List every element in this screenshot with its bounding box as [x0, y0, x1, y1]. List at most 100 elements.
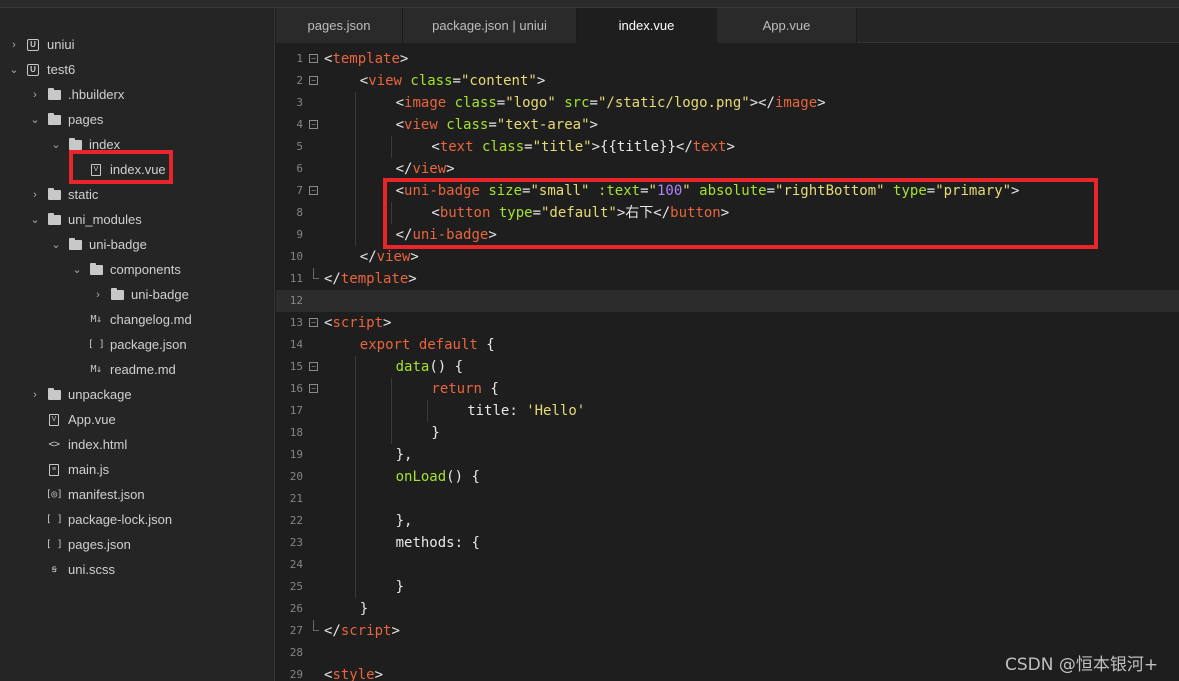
code-token: data: [395, 359, 430, 375]
tree-item[interactable]: ⌄ uni-badge: [0, 232, 274, 257]
tree-item[interactable]: ≡ main.js: [0, 457, 274, 482]
fold-toggle-icon[interactable]: −: [309, 76, 318, 85]
code-text: title: 'Hello': [467, 400, 585, 422]
indent-guide: [391, 422, 393, 444]
code-text: <button type="default">右下</button>: [431, 202, 729, 224]
fold-toggle-icon[interactable]: −: [309, 318, 318, 327]
tree-item-label: changelog.md: [110, 312, 192, 327]
folder-icon: [47, 212, 61, 226]
tab-1[interactable]: package.json | uniui: [403, 8, 577, 43]
line-number: 20: [289, 470, 303, 483]
tree-item[interactable]: › .hbuilderx: [0, 82, 274, 107]
indent-guide: [355, 202, 357, 224]
chevron-down-icon[interactable]: ⌄: [29, 113, 41, 126]
indent-guide: [391, 202, 393, 224]
tree-item[interactable]: › static: [0, 182, 274, 207]
tab-3[interactable]: App.vue: [717, 8, 857, 43]
tree-item[interactable]: ⌄ uni_modules: [0, 207, 274, 232]
tree-item[interactable]: › unpackage: [0, 382, 274, 407]
chevron-down-icon[interactable]: ⌄: [50, 138, 62, 151]
tab-0[interactable]: pages.json: [276, 8, 403, 43]
code-token: >: [591, 139, 601, 155]
tree-item[interactable]: › Uuniui: [0, 32, 274, 57]
code-token: }: [359, 601, 369, 617]
tree-item[interactable]: Vindex.vue: [0, 157, 274, 182]
chevron-down-icon[interactable]: ⌄: [71, 263, 83, 276]
code-token: </: [395, 161, 413, 177]
code-text: </template>: [324, 268, 417, 290]
tree-item[interactable]: M↓ readme.md: [0, 357, 274, 382]
code-text: </uni-badge>: [396, 224, 497, 246]
code-token: ></: [749, 95, 775, 111]
code-text: export default {: [360, 334, 495, 356]
indent-guide: [355, 136, 357, 158]
tree-item[interactable]: [ ] pages.json: [0, 532, 274, 557]
tree-item-label: uni-badge: [131, 287, 189, 302]
code-token: <: [359, 73, 369, 89]
tree-item-label: uni-badge: [89, 237, 147, 252]
chevron-right-icon[interactable]: ›: [29, 389, 41, 401]
fold-toggle-icon[interactable]: −: [309, 362, 318, 371]
line-number: 10: [289, 250, 303, 263]
chevron-down-icon[interactable]: ⌄: [50, 238, 62, 251]
line-number: 11: [289, 272, 303, 285]
code-token: "logo": [505, 95, 556, 111]
tree-item[interactable]: [ ] package-lock.json: [0, 507, 274, 532]
code-token: 右下: [625, 205, 654, 221]
chevron-right-icon[interactable]: ›: [29, 89, 41, 101]
tree-item[interactable]: [◎] manifest.json: [0, 482, 274, 507]
chevron-down-icon[interactable]: ⌄: [29, 213, 41, 226]
tree-item[interactable]: ⌄ pages: [0, 107, 274, 132]
line-number: 4: [296, 118, 303, 131]
code-token: >: [589, 117, 598, 133]
fold-toggle-icon[interactable]: −: [309, 54, 318, 63]
chevron-right-icon[interactable]: ›: [29, 189, 41, 201]
tree-item[interactable]: <> index.html: [0, 432, 274, 457]
watermark: CSDN @恒本银河+: [1005, 655, 1159, 675]
tree-item[interactable]: [ ] package.json: [0, 332, 274, 357]
code-token: "text-area": [496, 117, 590, 133]
js-file-icon: ≡: [47, 463, 61, 476]
line-number: 26: [289, 602, 303, 615]
chevron-right-icon[interactable]: ›: [8, 39, 20, 51]
code-token: </: [324, 271, 341, 287]
code-line: 6 </view>: [276, 158, 1179, 180]
tree-item[interactable]: ⌄ Utest6: [0, 57, 274, 82]
code-token: <: [431, 205, 440, 221]
code-token: src: [564, 95, 590, 111]
chevron-right-icon[interactable]: ›: [92, 289, 104, 301]
indent-guide: [391, 400, 393, 422]
fold-toggle-icon[interactable]: −: [309, 384, 318, 393]
chevron-down-icon[interactable]: ⌄: [8, 63, 20, 76]
tree-item-label: main.js: [68, 462, 110, 477]
code-text: }: [431, 422, 439, 444]
tab-2[interactable]: index.vue: [577, 8, 717, 43]
tree-item[interactable]: ⌄ index: [0, 132, 274, 157]
fold-end-marker: [313, 620, 319, 631]
tree-item[interactable]: M↓ changelog.md: [0, 307, 274, 332]
fold-toggle-icon[interactable]: −: [309, 186, 318, 195]
vue-file-icon: V: [89, 163, 103, 176]
tree-item-label: package.json: [110, 337, 187, 352]
folder-icon: [47, 87, 61, 101]
code-line: 9 </uni-badge>: [276, 224, 1179, 246]
json-icon: [ ]: [87, 339, 105, 350]
tree-item[interactable]: › uni-badge: [0, 282, 274, 307]
code-editor[interactable]: 1− <template> 2− <view class="content"> 3 <im…: [276, 44, 1179, 681]
tree-item[interactable]: V App.vue: [0, 407, 274, 432]
vue-file-icon: V: [47, 413, 61, 426]
tree-item-label: index.vue: [110, 162, 166, 177]
fold-toggle-icon[interactable]: −: [309, 120, 318, 129]
tree-item[interactable]: ⌄ components: [0, 257, 274, 282]
line-number: 15: [289, 360, 303, 373]
code-token: =: [766, 183, 776, 199]
code-token: </: [395, 227, 413, 243]
code-token: <: [395, 117, 405, 133]
tree-item[interactable]: ꞩ uni.scss: [0, 557, 274, 582]
code-token: class: [410, 73, 453, 89]
code-line: 11 </template>: [276, 268, 1179, 290]
code-text: <view class="text-area">: [396, 114, 598, 136]
